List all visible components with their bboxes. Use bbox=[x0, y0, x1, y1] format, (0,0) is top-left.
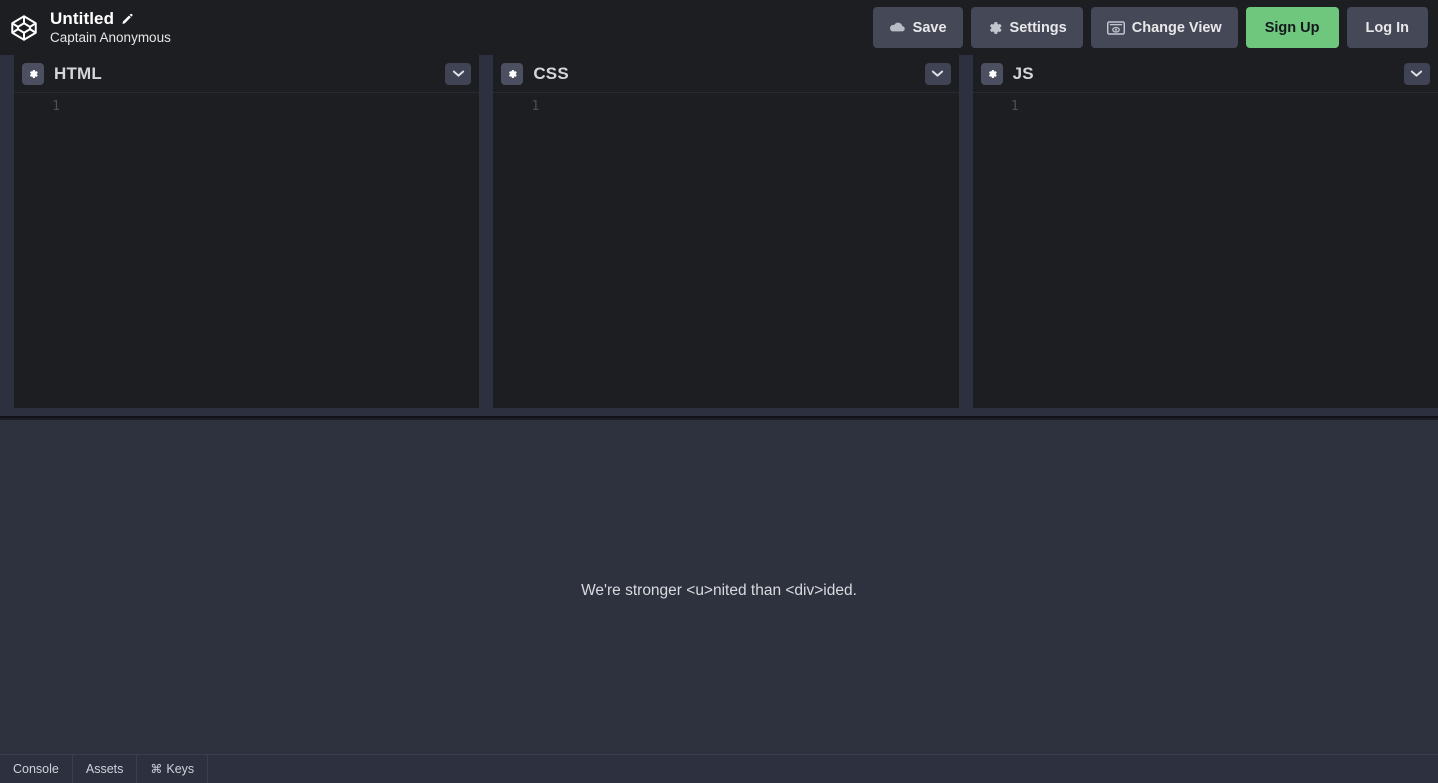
layout-view-icon bbox=[1107, 21, 1125, 35]
keys-tab-label: Keys bbox=[166, 762, 194, 776]
command-icon: ⌘ bbox=[150, 762, 162, 776]
editors-gap-1[interactable] bbox=[479, 55, 493, 408]
chevron-down-icon[interactable] bbox=[925, 63, 951, 85]
editor-title-css: CSS bbox=[533, 64, 569, 84]
line-number: 1 bbox=[493, 99, 539, 114]
bottom-toolbar: Console Assets ⌘ Keys bbox=[0, 754, 1438, 783]
brand: Untitled Captain Anonymous bbox=[0, 9, 171, 45]
editors-left-gap bbox=[0, 55, 14, 408]
gear-icon[interactable] bbox=[981, 63, 1003, 85]
sign-up-button[interactable]: Sign Up bbox=[1246, 7, 1339, 48]
log-in-button[interactable]: Log In bbox=[1347, 7, 1429, 48]
pen-meta: Untitled Captain Anonymous bbox=[50, 9, 171, 45]
settings-button-label: Settings bbox=[1010, 20, 1067, 36]
editor-panel-css: CSS 1 bbox=[493, 55, 958, 408]
log-in-button-label: Log In bbox=[1366, 20, 1410, 36]
gear-icon[interactable] bbox=[22, 63, 44, 85]
editor-header-js: JS bbox=[973, 55, 1438, 93]
gear-icon bbox=[987, 20, 1003, 36]
assets-tab-label: Assets bbox=[86, 762, 124, 776]
editor-panel-js: JS 1 bbox=[973, 55, 1438, 408]
pen-title-row: Untitled bbox=[50, 9, 171, 29]
preview-pane[interactable]: We're stronger <u>nited than <div>ided. bbox=[0, 420, 1438, 754]
header-actions: Save Settings Change View bbox=[873, 7, 1438, 48]
line-number: 1 bbox=[973, 99, 1019, 114]
editor-title-html: HTML bbox=[54, 64, 102, 84]
line-number: 1 bbox=[14, 99, 60, 114]
code-editor-js[interactable]: 1 bbox=[973, 93, 1438, 408]
preview-message: We're stronger <u>nited than <div>ided. bbox=[581, 582, 857, 600]
pencil-icon[interactable] bbox=[120, 13, 133, 26]
code-editor-css[interactable]: 1 bbox=[493, 93, 958, 408]
chevron-down-icon[interactable] bbox=[1404, 63, 1430, 85]
editor-panel-html: HTML 1 bbox=[14, 55, 479, 408]
gear-icon[interactable] bbox=[501, 63, 523, 85]
chevron-down-icon[interactable] bbox=[445, 63, 471, 85]
keys-tab[interactable]: ⌘ Keys bbox=[137, 755, 208, 783]
editors-preview-resize-handle[interactable] bbox=[0, 408, 1438, 418]
pen-author[interactable]: Captain Anonymous bbox=[50, 30, 171, 46]
editor-header-html: HTML bbox=[14, 55, 479, 93]
cloud-icon bbox=[889, 21, 906, 34]
settings-button[interactable]: Settings bbox=[971, 7, 1083, 48]
assets-tab[interactable]: Assets bbox=[73, 755, 138, 783]
console-tab[interactable]: Console bbox=[0, 755, 73, 783]
editor-header-css: CSS bbox=[493, 55, 958, 93]
editors-gap-2[interactable] bbox=[959, 55, 973, 408]
change-view-button-label: Change View bbox=[1132, 20, 1222, 36]
sign-up-button-label: Sign Up bbox=[1265, 20, 1320, 36]
console-tab-label: Console bbox=[13, 762, 59, 776]
change-view-button[interactable]: Change View bbox=[1091, 7, 1238, 48]
editor-title-js: JS bbox=[1013, 64, 1034, 84]
save-button[interactable]: Save bbox=[873, 7, 963, 48]
save-button-label: Save bbox=[913, 20, 947, 36]
app-header: Untitled Captain Anonymous Save bbox=[0, 0, 1438, 55]
editors-row: HTML 1 CSS bbox=[0, 55, 1438, 408]
codepen-logo-icon[interactable] bbox=[8, 12, 40, 44]
page-title[interactable]: Untitled bbox=[50, 9, 114, 29]
code-editor-html[interactable]: 1 bbox=[14, 93, 479, 408]
